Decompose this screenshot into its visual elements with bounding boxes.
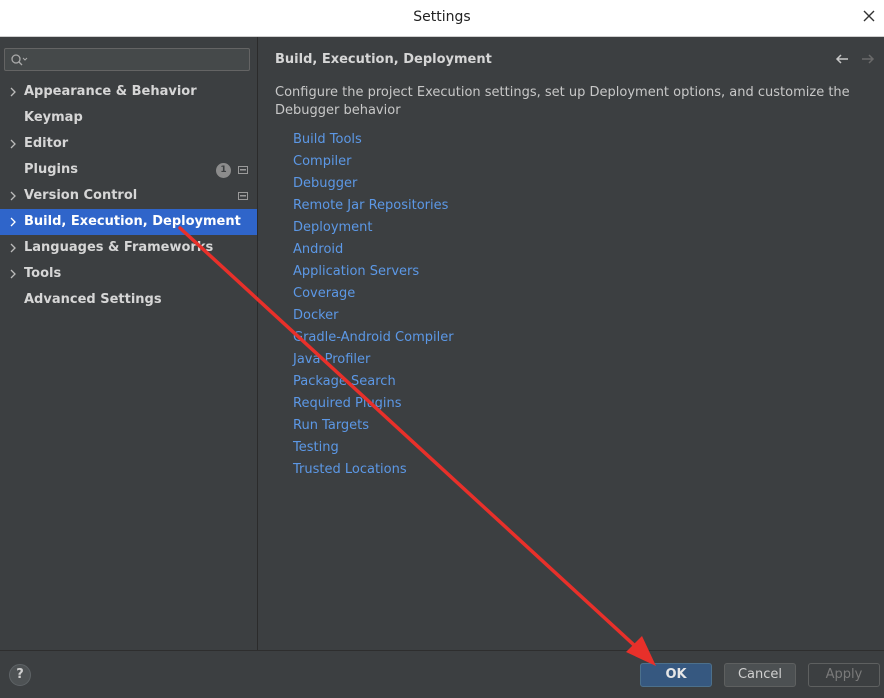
sidebar-item-label: Keymap [24, 110, 83, 125]
chevron-right-icon[interactable] [8, 191, 18, 201]
link-required-plugins[interactable]: Required Plugins [293, 393, 454, 415]
sidebar-item-label: Tools [24, 266, 62, 281]
cancel-button[interactable]: Cancel [724, 663, 796, 687]
page-description: Configure the project Execution settings… [275, 85, 850, 118]
search-icon [11, 54, 28, 66]
sidebar-item-label: Appearance & Behavior [24, 84, 197, 99]
link-testing[interactable]: Testing [293, 437, 454, 459]
link-compiler[interactable]: Compiler [293, 151, 454, 173]
sidebar-item-editor[interactable]: Editor [0, 131, 257, 157]
chevron-right-icon[interactable] [8, 269, 18, 279]
sidebar-item-version-control[interactable]: Version Control [0, 183, 257, 209]
sidebar-item-appearance-behavior[interactable]: Appearance & Behavior [0, 79, 257, 105]
project-level-icon [238, 192, 248, 200]
settings-content: Build, Execution, Deployment Configure t… [258, 37, 884, 650]
link-run-targets[interactable]: Run Targets [293, 415, 454, 437]
ok-button[interactable]: OK [640, 663, 712, 687]
link-deployment[interactable]: Deployment [293, 217, 454, 239]
link-remote-jar-repositories[interactable]: Remote Jar Repositories [293, 195, 454, 217]
page-title: Build, Execution, Deployment [275, 52, 492, 67]
help-button[interactable]: ? [9, 664, 31, 686]
settings-tree: Appearance & Behavior Keymap Editor Plug… [0, 79, 257, 313]
link-application-servers[interactable]: Application Servers [293, 261, 454, 283]
forward-arrow-icon[interactable] [860, 52, 876, 66]
link-java-profiler[interactable]: Java Profiler [293, 349, 454, 371]
link-coverage[interactable]: Coverage [293, 283, 454, 305]
sidebar-item-languages-frameworks[interactable]: Languages & Frameworks [0, 235, 257, 261]
dialog-footer: ? OK Cancel Apply [0, 650, 884, 698]
update-count-badge: 1 [216, 163, 231, 178]
link-android[interactable]: Android [293, 239, 454, 261]
apply-button[interactable]: Apply [808, 663, 880, 687]
sidebar-item-label: Plugins [24, 162, 78, 177]
search-input[interactable] [29, 51, 247, 70]
project-level-icon [238, 166, 248, 174]
sidebar-item-label: Advanced Settings [24, 292, 162, 307]
link-docker[interactable]: Docker [293, 305, 454, 327]
chevron-right-icon[interactable] [8, 217, 18, 227]
sidebar-item-plugins[interactable]: Plugins 1 [0, 157, 257, 183]
link-debugger[interactable]: Debugger [293, 173, 454, 195]
window-title: Settings [413, 9, 471, 25]
settings-sidebar: Appearance & Behavior Keymap Editor Plug… [0, 37, 258, 650]
back-arrow-icon[interactable] [834, 52, 850, 66]
sidebar-item-tools[interactable]: Tools [0, 261, 257, 287]
subsection-links: Build Tools Compiler Debugger Remote Jar… [293, 129, 454, 481]
link-package-search[interactable]: Package Search [293, 371, 454, 393]
search-box[interactable] [4, 48, 250, 71]
close-icon[interactable] [860, 7, 878, 25]
sidebar-item-build-execution-deployment[interactable]: Build, Execution, Deployment [0, 209, 257, 235]
title-bar: Settings [0, 0, 884, 37]
chevron-right-icon[interactable] [8, 243, 18, 253]
link-gradle-android-compiler[interactable]: Gradle-Android Compiler [293, 327, 454, 349]
link-build-tools[interactable]: Build Tools [293, 129, 454, 151]
sidebar-item-advanced-settings[interactable]: Advanced Settings [0, 287, 257, 313]
sidebar-item-label: Languages & Frameworks [24, 240, 214, 255]
chevron-right-icon[interactable] [8, 139, 18, 149]
link-trusted-locations[interactable]: Trusted Locations [293, 459, 454, 481]
sidebar-item-label: Editor [24, 136, 69, 151]
sidebar-item-label: Build, Execution, Deployment [24, 214, 241, 229]
sidebar-item-keymap[interactable]: Keymap [0, 105, 257, 131]
sidebar-item-label: Version Control [24, 188, 138, 203]
chevron-right-icon[interactable] [8, 87, 18, 97]
